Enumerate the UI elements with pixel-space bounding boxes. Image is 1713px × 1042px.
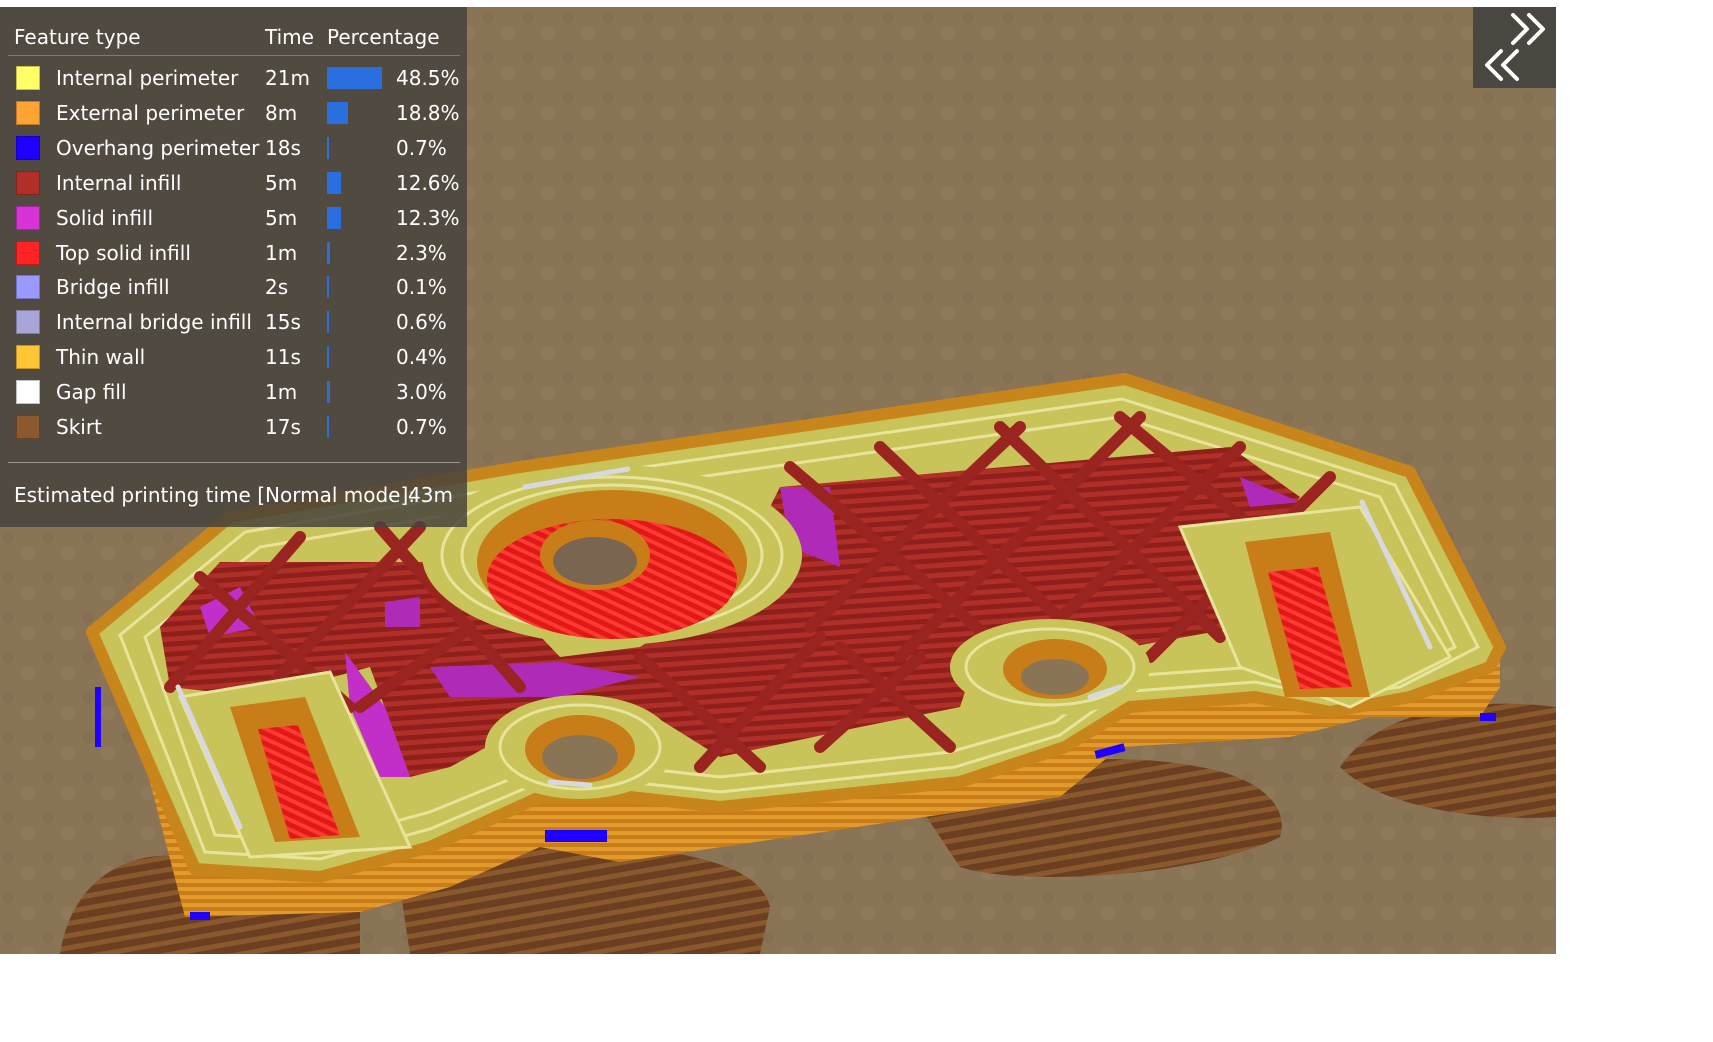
legend-feature-label: Overhang perimeter (56, 135, 260, 160)
legend-feature-time: 15s (265, 310, 301, 335)
legend-divider (8, 462, 460, 463)
legend-percentage-bar (327, 206, 341, 229)
legend-row: Internal perimeter 21m 48.5% (0, 61, 467, 96)
legend-header-feature-type: Feature type (14, 25, 141, 49)
legend-color-swatch (16, 310, 40, 335)
legend-feature-percentage: 12.3% (396, 205, 460, 230)
legend-feature-percentage: 0.4% (396, 345, 447, 370)
legend-percentage-bar (327, 241, 330, 264)
double-chevron-collapse-icon (1485, 13, 1545, 81)
legend-feature-time: 5m (265, 205, 298, 230)
legend-color-swatch (16, 240, 40, 265)
legend-feature-percentage: 48.5% (396, 66, 460, 90)
legend-header-percentage: Percentage (327, 25, 440, 49)
legend-percentage-bar (327, 136, 329, 159)
legend-row: Overhang perimeter 18s 0.7% (0, 131, 467, 166)
legend-feature-time: 5m (265, 170, 298, 195)
legend-percentage-bar (327, 416, 329, 438)
legend-feature-time: 2s (265, 275, 289, 300)
legend-feature-label: Internal bridge infill (56, 310, 252, 335)
legend-feature-label: Skirt (56, 415, 102, 439)
legend-feature-label: Internal perimeter (56, 66, 239, 90)
legend-percentage-bar (327, 101, 349, 124)
legend-percentage-bar (327, 311, 329, 334)
legend-feature-time: 1m (265, 240, 298, 265)
legend-feature-label: Top solid infill (56, 240, 191, 265)
legend-header-time: Time (265, 25, 314, 49)
legend-feature-time: 11s (265, 345, 301, 370)
legend-feature-label: External perimeter (56, 100, 245, 125)
legend-header-divider (8, 55, 460, 56)
legend-feature-percentage: 3.0% (396, 380, 447, 405)
legend-color-swatch (16, 275, 40, 300)
legend-percentage-bar (327, 67, 382, 89)
legend-color-swatch (16, 415, 40, 439)
collapse-sidebar-button[interactable] (1473, 7, 1556, 88)
legend-percentage-bar (327, 346, 329, 369)
legend-feature-percentage: 0.6% (396, 310, 447, 335)
legend-row: Bridge infill 2s 0.1% (0, 270, 467, 305)
legend-color-swatch (16, 345, 40, 370)
legend-feature-time: 17s (265, 415, 301, 439)
estimated-time-label: Estimated printing time [Normal mode]: (14, 483, 415, 507)
legend-feature-percentage: 18.8% (396, 100, 460, 125)
legend-feature-label: Internal infill (56, 170, 182, 195)
legend-color-swatch (16, 205, 40, 230)
legend-feature-percentage: 0.1% (396, 275, 447, 300)
legend-row: Internal bridge infill 15s 0.6% (0, 305, 467, 340)
legend-row: Skirt 17s 0.7% (0, 410, 467, 445)
legend-feature-time: 18s (265, 135, 301, 160)
legend-feature-percentage: 12.6% (396, 170, 460, 195)
legend-color-swatch (16, 66, 40, 90)
legend-feature-time: 21m (265, 66, 310, 90)
legend-feature-time: 1m (265, 380, 298, 405)
legend-feature-label: Gap fill (56, 380, 127, 405)
legend-percentage-bar (327, 171, 342, 194)
legend-feature-time: 8m (265, 100, 298, 125)
legend-color-swatch (16, 170, 40, 195)
legend-row: Top solid infill 1m 2.3% (0, 236, 467, 271)
legend-percentage-bar (327, 381, 331, 404)
legend-feature-label: Thin wall (56, 345, 146, 370)
legend-row: Solid infill 5m 12.3% (0, 201, 467, 236)
legend-color-swatch (16, 380, 40, 405)
legend-color-swatch (16, 100, 40, 125)
bottom-border (0, 954, 1713, 1042)
estimated-time-value: 43m (408, 483, 453, 507)
legend-feature-percentage: 2.3% (396, 240, 447, 265)
legend-row: Gap fill 1m 3.0% (0, 375, 467, 410)
legend-percentage-bar (327, 276, 329, 299)
legend-panel: Feature type Time Percentage Internal pe… (0, 7, 467, 527)
legend-color-swatch (16, 135, 40, 160)
legend-feature-label: Bridge infill (56, 275, 170, 300)
legend-row: External perimeter 8m 18.8% (0, 96, 467, 131)
legend-feature-percentage: 0.7% (396, 135, 447, 160)
legend-feature-label: Solid infill (56, 205, 154, 230)
legend-row: Thin wall 11s 0.4% (0, 340, 467, 375)
legend-feature-percentage: 0.7% (396, 415, 447, 439)
right-border (1556, 0, 1713, 1042)
legend-row: Internal infill 5m 12.6% (0, 166, 467, 201)
